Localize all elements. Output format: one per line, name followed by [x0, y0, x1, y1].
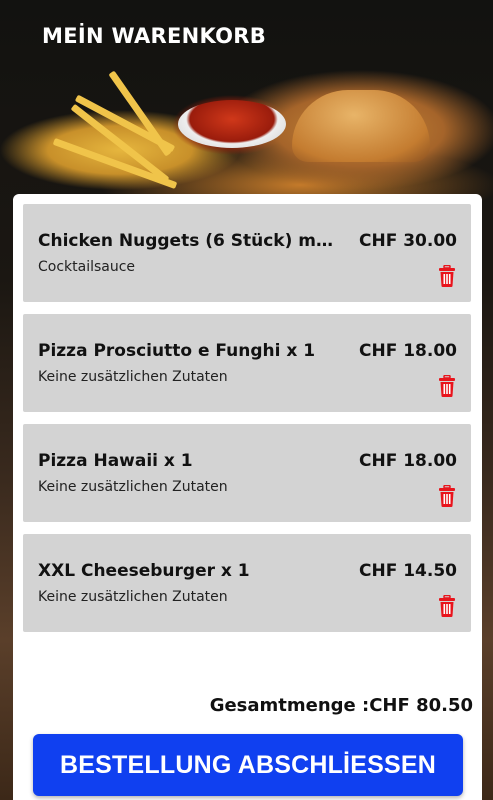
- item-name: Pizza Hawaii x 1: [38, 451, 193, 471]
- item-description: Keine zusätzlichen Zutaten: [38, 369, 228, 385]
- item-name: XXL Cheeseburger x 1: [38, 561, 250, 581]
- checkout-button[interactable]: BESTELLUNG ABSCHLİESSEN: [33, 734, 463, 796]
- item-description: Keine zusätzlichen Zutaten: [38, 589, 228, 605]
- cart-item: XXL Cheeseburger x 1 CHF 14.50 Keine zus…: [23, 534, 471, 632]
- cart-item: Chicken Nuggets (6 Stück) mit P... CHF 3…: [23, 204, 471, 302]
- item-price: CHF 14.50: [358, 561, 457, 581]
- item-description: Keine zusätzlichen Zutaten: [38, 479, 228, 495]
- page-title: MEİN WARENKORB: [42, 24, 267, 48]
- cart-item: Pizza Hawaii x 1 CHF 18.00 Keine zusätzl…: [23, 424, 471, 522]
- item-description: Cocktailsauce: [38, 259, 136, 275]
- sauce-bowl-image: [178, 100, 286, 148]
- delete-trash-icon[interactable]: [439, 375, 455, 397]
- burger-image: [292, 90, 430, 162]
- item-price: CHF 18.00: [358, 451, 457, 471]
- delete-trash-icon[interactable]: [439, 485, 455, 507]
- item-price: CHF 18.00: [358, 341, 457, 361]
- item-name: Chicken Nuggets (6 Stück) mit P...: [38, 231, 338, 251]
- delete-trash-icon[interactable]: [439, 265, 455, 287]
- cart-item-list: Chicken Nuggets (6 Stück) mit P... CHF 3…: [23, 204, 471, 644]
- item-price: CHF 30.00: [358, 231, 457, 251]
- cart-total: Gesamtmenge :CHF 80.50: [209, 695, 473, 716]
- delete-trash-icon[interactable]: [439, 595, 455, 617]
- cart-item: Pizza Prosciutto e Funghi x 1 CHF 18.00 …: [23, 314, 471, 412]
- item-name: Pizza Prosciutto e Funghi x 1: [38, 341, 316, 361]
